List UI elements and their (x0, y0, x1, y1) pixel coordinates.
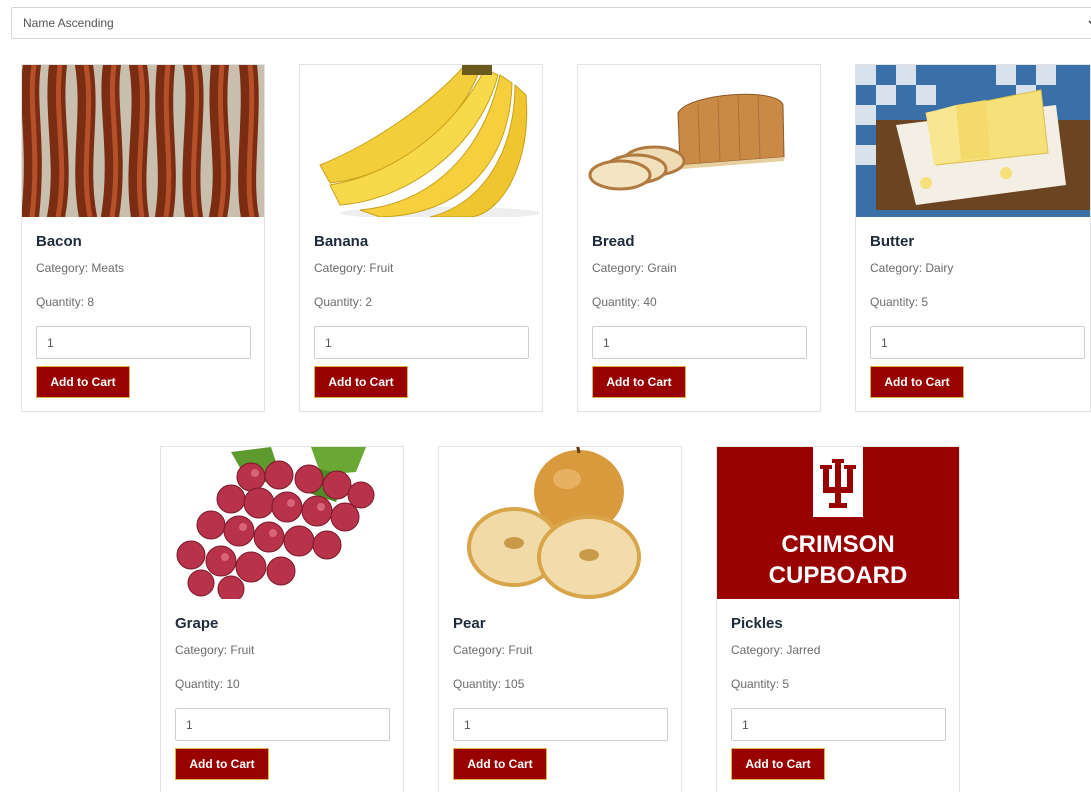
product-card-grape: Grape Category: Fruit Quantity: 10 Add t… (160, 446, 404, 792)
quantity-input[interactable] (314, 326, 529, 359)
quantity-input[interactable] (175, 708, 390, 741)
product-card-pear: Pear Category: Fruit Quantity: 105 Add t… (438, 446, 682, 792)
crimson-cupboard-logo: CRIMSON CUPBOARD (717, 447, 959, 599)
product-quantity: Quantity: 5 (870, 295, 929, 309)
bacon-image (22, 65, 264, 217)
logo-text-line2: CUPBOARD (769, 562, 908, 589)
quantity-input[interactable] (731, 708, 946, 741)
product-card-butter: Butter Category: Dairy Quantity: 5 Add t… (855, 64, 1091, 412)
add-to-cart-button[interactable]: Add to Cart (453, 748, 547, 780)
sort-select[interactable]: Name Ascending (11, 7, 1091, 39)
product-name: Pickles (731, 615, 783, 632)
add-to-cart-button[interactable]: Add to Cart (592, 366, 686, 398)
product-category: Category: Fruit (175, 643, 255, 657)
quantity-input[interactable] (870, 326, 1085, 359)
product-category: Category: Fruit (314, 261, 394, 275)
product-quantity: Quantity: 105 (453, 677, 525, 691)
butter-image (856, 65, 1090, 217)
product-quantity: Quantity: 5 (731, 677, 790, 691)
product-card-pickles: CRIMSON CUPBOARD Pickles Category: Jarre… (716, 446, 960, 792)
pear-image (439, 447, 681, 599)
product-name: Grape (175, 615, 219, 632)
product-category: Category: Fruit (453, 643, 533, 657)
product-quantity: Quantity: 40 (592, 295, 657, 309)
product-name: Pear (453, 615, 486, 632)
sort-selected-value: Name Ascending (23, 16, 114, 30)
add-to-cart-button[interactable]: Add to Cart (36, 366, 130, 398)
product-category: Category: Meats (36, 261, 125, 275)
product-name: Butter (870, 233, 915, 250)
add-to-cart-button[interactable]: Add to Cart (731, 748, 825, 780)
quantity-input[interactable] (592, 326, 807, 359)
add-to-cart-button[interactable]: Add to Cart (314, 366, 408, 398)
product-name: Bread (592, 233, 635, 250)
product-category: Category: Dairy (870, 261, 954, 275)
product-quantity: Quantity: 2 (314, 295, 373, 309)
product-category: Category: Jarred (731, 643, 821, 657)
product-category: Category: Grain (592, 261, 677, 275)
add-to-cart-button[interactable]: Add to Cart (175, 748, 269, 780)
bread-image (578, 65, 820, 217)
banana-image (300, 65, 542, 217)
product-card-bread: Bread Category: Grain Quantity: 40 Add t… (577, 64, 821, 412)
add-to-cart-button[interactable]: Add to Cart (870, 366, 964, 398)
product-quantity: Quantity: 10 (175, 677, 240, 691)
quantity-input[interactable] (36, 326, 251, 359)
grape-image (161, 447, 403, 599)
product-name: Bacon (36, 233, 82, 250)
product-card-banana: Banana Category: Fruit Quantity: 2 Add t… (299, 64, 543, 412)
product-card-bacon: Bacon Category: Meats Quantity: 8 Add to… (21, 64, 265, 412)
product-quantity: Quantity: 8 (36, 295, 95, 309)
quantity-input[interactable] (453, 708, 668, 741)
product-name: Banana (314, 233, 369, 250)
logo-text-line1: CRIMSON (781, 531, 894, 558)
